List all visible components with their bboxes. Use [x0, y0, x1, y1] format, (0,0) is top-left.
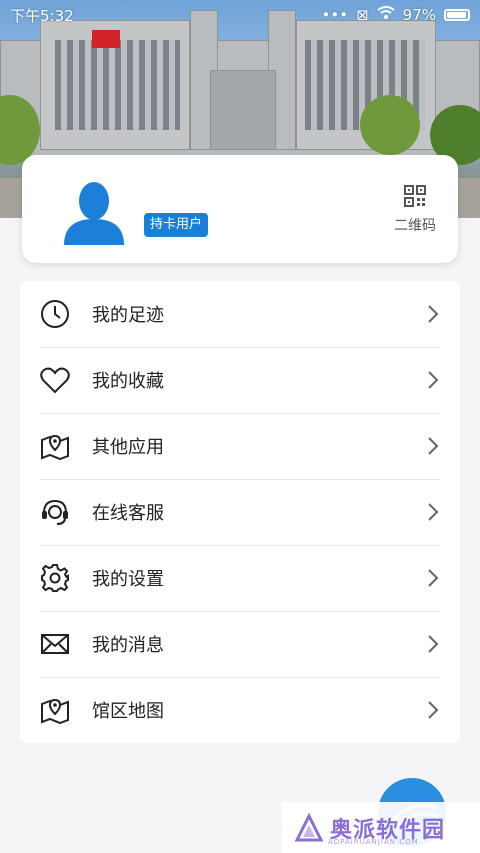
menu-item-label: 我的收藏: [92, 371, 164, 392]
status-bar: 下午5:32 ••• ⊠ 97%: [0, 0, 480, 30]
headset-icon: [40, 497, 70, 527]
map-location-icon: [40, 695, 70, 725]
profile-card: 持卡用户 二维码: [22, 155, 458, 263]
map-pin-icon: [40, 431, 70, 461]
menu-item-label: 我的足迹: [92, 305, 164, 326]
sim-icon: ⊠: [356, 6, 369, 24]
menu-item-favorites[interactable]: 我的收藏: [40, 347, 440, 413]
watermark-sub: AOPAIRUANJIAN.COM: [328, 838, 419, 846]
menu-list: 我的足迹 我的收藏 其他应用 在线客服 我的设置 我的消息 馆区地图: [20, 281, 460, 743]
chevron-right-icon: [426, 568, 440, 588]
watermark-logo-icon: [294, 812, 324, 841]
menu-item-campus-map[interactable]: 馆区地图: [40, 677, 440, 743]
menu-item-online-service[interactable]: 在线客服: [40, 479, 440, 545]
menu-item-label: 我的设置: [92, 569, 164, 590]
chevron-right-icon: [426, 634, 440, 654]
menu-item-label: 我的消息: [92, 635, 164, 656]
heart-icon: [40, 365, 70, 395]
chevron-right-icon: [426, 436, 440, 456]
qr-code-label: 二维码: [394, 218, 436, 234]
qr-code-icon: [404, 185, 426, 207]
clock-icon: [40, 299, 70, 329]
menu-item-footprint[interactable]: 我的足迹: [40, 281, 440, 347]
chevron-right-icon: [426, 502, 440, 522]
card-user-badge: 持卡用户: [144, 213, 209, 237]
chevron-right-icon: [426, 304, 440, 324]
menu-item-settings[interactable]: 我的设置: [40, 545, 440, 611]
menu-item-label: 在线客服: [92, 503, 164, 524]
battery-percent: 97%: [402, 6, 436, 24]
mail-icon: [40, 629, 70, 659]
dots-icon: •••: [321, 6, 349, 24]
menu-item-label: 馆区地图: [92, 701, 164, 722]
gear-icon: [40, 563, 70, 593]
chevron-right-icon: [426, 370, 440, 390]
chevron-right-icon: [426, 700, 440, 720]
menu-item-messages[interactable]: 我的消息: [40, 611, 440, 677]
menu-item-other-apps[interactable]: 其他应用: [40, 413, 440, 479]
watermark: 奥派软件园 AOPAIRUANJIAN.COM: [282, 802, 480, 853]
menu-item-label: 其他应用: [92, 437, 164, 458]
qr-code-button[interactable]: 二维码: [390, 185, 440, 235]
status-time: 下午5:32: [10, 6, 74, 25]
avatar[interactable]: [58, 179, 130, 245]
battery-icon: [444, 9, 470, 21]
wifi-icon: [377, 6, 395, 24]
